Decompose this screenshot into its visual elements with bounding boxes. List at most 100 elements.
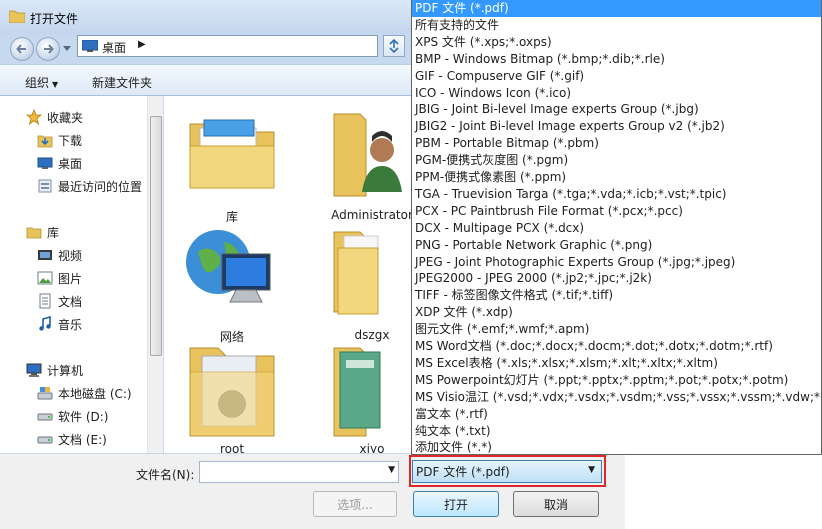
file-item-xiyo[interactable]: xiyo bbox=[322, 342, 412, 453]
organize-label: 组织 bbox=[25, 76, 50, 90]
drive-icon bbox=[37, 413, 53, 421]
window-title: 打开文件 bbox=[30, 12, 79, 26]
sidebar-item-desktop[interactable]: 桌面 bbox=[37, 153, 82, 173]
chevron-down-icon bbox=[63, 46, 71, 51]
desktop-icon bbox=[82, 40, 98, 52]
file-item-network[interactable]: 网络 bbox=[182, 222, 282, 344]
chevron-down-icon: ▼ bbox=[52, 80, 59, 89]
options-button[interactable]: 选项... bbox=[313, 491, 397, 517]
dropdown-option[interactable]: 富文本 (*.rtf) bbox=[412, 406, 821, 423]
sidebar-item-recent[interactable]: 最近访问的位置 bbox=[37, 176, 142, 196]
new-folder-button[interactable]: 新建文件夹 bbox=[92, 74, 152, 91]
library-icon bbox=[26, 227, 42, 239]
dropdown-option[interactable]: 图元文件 (*.emf;*.wmf;*.apm) bbox=[412, 321, 821, 338]
sidebar-item-downloads[interactable]: 下载 bbox=[37, 130, 82, 150]
sidebar-item-label: 软件 (D:) bbox=[58, 409, 109, 424]
file-item-administrator[interactable]: Administrator bbox=[322, 102, 412, 222]
history-dropdown[interactable] bbox=[62, 44, 72, 54]
user-folder-icon bbox=[333, 113, 402, 197]
dropdown-option[interactable]: PDF 文件 (*.pdf) bbox=[412, 0, 821, 17]
folder-icon bbox=[189, 347, 275, 437]
open-button[interactable]: 打开 bbox=[413, 491, 499, 517]
dropdown-option[interactable]: ICO - Windows Icon (*.ico) bbox=[412, 85, 821, 102]
sidebar-item-music[interactable]: 音乐 bbox=[37, 314, 82, 334]
dropdown-option[interactable]: XPS 文件 (*.xps;*.oxps) bbox=[412, 34, 821, 51]
star-icon bbox=[26, 109, 42, 125]
sidebar-item-documents[interactable]: 文档 bbox=[37, 291, 82, 311]
sidebar-item-favorites[interactable]: 收藏夹 bbox=[26, 107, 83, 127]
dropdown-option[interactable]: PNG - Portable Network Graphic (*.png) bbox=[412, 237, 821, 254]
dropdown-option[interactable]: DCX - Multipage PCX (*.dcx) bbox=[412, 220, 821, 237]
dropdown-option[interactable]: 所有支持的文件 bbox=[412, 17, 821, 34]
sidebar-item-label: 音乐 bbox=[58, 317, 83, 332]
file-item-dszgx[interactable]: dszgx bbox=[322, 222, 412, 342]
sidebar-item-libraries[interactable]: 库 bbox=[26, 222, 59, 242]
dropdown-option[interactable]: MS Excel表格 (*.xls;*.xlsx;*.xlsm;*.xlt;*.… bbox=[412, 355, 821, 372]
dropdown-option[interactable]: MS Visio温江 (*.vsd;*.vdx;*.vsdx;*.vsdm;*.… bbox=[412, 389, 821, 406]
sidebar-item-label: 本地磁盘 (C:) bbox=[58, 386, 132, 401]
sidebar-item-label: 计算机 bbox=[47, 363, 84, 378]
sidebar-item-label: 文档 (E:) bbox=[58, 432, 107, 447]
filename-input[interactable]: ▼ bbox=[199, 461, 399, 483]
video-icon bbox=[38, 250, 52, 260]
organize-button[interactable]: 组织 ▼ bbox=[25, 74, 58, 91]
download-icon bbox=[37, 135, 53, 148]
cancel-button[interactable]: 取消 bbox=[513, 491, 599, 517]
sidebar-item-videos[interactable]: 视频 bbox=[37, 245, 82, 265]
sidebar-item-computer[interactable]: 计算机 bbox=[26, 360, 83, 380]
dropdown-option[interactable]: 添加文件 (*.*) bbox=[412, 439, 821, 454]
music-icon bbox=[39, 316, 51, 331]
sidebar-item-label: 视频 bbox=[58, 248, 83, 263]
chevron-down-icon[interactable]: ▼ bbox=[388, 465, 395, 475]
drive-icon bbox=[37, 436, 53, 444]
sidebar-item-label: 图片 bbox=[58, 271, 83, 286]
dropdown-option[interactable]: BMP - Windows Bitmap (*.bmp;*.dib;*.rle) bbox=[412, 51, 821, 68]
computer-icon bbox=[26, 363, 42, 377]
sidebar-item-drive-c[interactable]: 本地磁盘 (C:) bbox=[37, 383, 132, 403]
sidebar-item-label: 库 bbox=[47, 225, 60, 240]
sidebar-item-drive-e[interactable]: 文档 (E:) bbox=[37, 429, 107, 449]
folder-icon bbox=[9, 10, 25, 23]
file-item-library[interactable]: 库 bbox=[182, 102, 282, 224]
dropdown-option[interactable]: XDP 文件 (*.xdp) bbox=[412, 304, 821, 321]
arrow-left-icon bbox=[16, 44, 26, 54]
dropdown-option[interactable]: JPEG2000 - JPEG 2000 (*.jp2;*.jpc;*.j2k) bbox=[412, 270, 821, 287]
sidebar-item-label: 下载 bbox=[58, 133, 83, 148]
scrollbar-thumb[interactable] bbox=[150, 116, 162, 356]
sidebar-item-label: 桌面 bbox=[58, 156, 83, 171]
highlight-box bbox=[409, 455, 606, 487]
filename-label: 文件名(N): bbox=[136, 468, 195, 482]
recent-places-icon bbox=[38, 179, 52, 193]
dropdown-option[interactable]: TIFF - 标签图像文件格式 (*.tif;*.tiff) bbox=[412, 287, 821, 304]
sidebar-item-drive-d[interactable]: 软件 (D:) bbox=[37, 406, 108, 426]
dropdown-option[interactable]: PBM - Portable Bitmap (*.pbm) bbox=[412, 135, 821, 152]
file-name: root bbox=[219, 442, 245, 453]
file-name: Administrator bbox=[331, 208, 412, 222]
dropdown-option[interactable]: PCX - PC Paintbrush File Format (*.pcx;*… bbox=[412, 203, 821, 220]
forward-button[interactable] bbox=[36, 37, 60, 61]
folder-icon bbox=[333, 347, 381, 437]
address-bar[interactable]: 桌面 ▶ bbox=[77, 35, 378, 57]
sidebar-item-label: 文档 bbox=[58, 294, 83, 309]
sidebar-item-pictures[interactable]: 图片 bbox=[37, 268, 82, 288]
dropdown-option[interactable]: MS Word文档 (*.doc;*.docx;*.docm;*.dot;*.d… bbox=[412, 338, 821, 355]
address-location[interactable]: 桌面 bbox=[102, 39, 126, 56]
dropdown-option[interactable]: JBIG2 - Joint Bi-level Image experts Gro… bbox=[412, 118, 821, 135]
dropdown-option[interactable]: PPM-便携式像素图 (*.ppm) bbox=[412, 169, 821, 186]
folder-icon bbox=[333, 231, 379, 315]
file-item-root[interactable]: root bbox=[182, 342, 282, 453]
dropdown-option[interactable]: TGA - Truevision Targa (*.tga;*.vda;*.ic… bbox=[412, 186, 821, 203]
back-button[interactable] bbox=[10, 37, 34, 61]
refresh-button[interactable] bbox=[383, 35, 405, 57]
dropdown-option[interactable]: GIF - Compuserve GIF (*.gif) bbox=[412, 68, 821, 85]
nav-pane-scrollbar[interactable] bbox=[147, 96, 163, 453]
dropdown-option[interactable]: 纯文本 (*.txt) bbox=[412, 423, 821, 440]
dropdown-option[interactable]: JBIG - Joint Bi-level Image experts Grou… bbox=[412, 101, 821, 118]
chevron-right-icon[interactable]: ▶ bbox=[138, 39, 146, 50]
sidebar-item-label: 收藏夹 bbox=[47, 110, 84, 125]
dropdown-option[interactable]: JPEG - Joint Photographic Experts Group … bbox=[412, 254, 821, 271]
document-icon bbox=[39, 293, 51, 309]
dropdown-option[interactable]: PGM-便携式灰度图 (*.pgm) bbox=[412, 152, 821, 169]
dropdown-option[interactable]: MS Powerpoint幻灯片 (*.ppt;*.pptx;*.pptm;*.… bbox=[412, 372, 821, 389]
file-list: 库 Administrator 网络 dszgx root xiyo bbox=[164, 96, 412, 453]
